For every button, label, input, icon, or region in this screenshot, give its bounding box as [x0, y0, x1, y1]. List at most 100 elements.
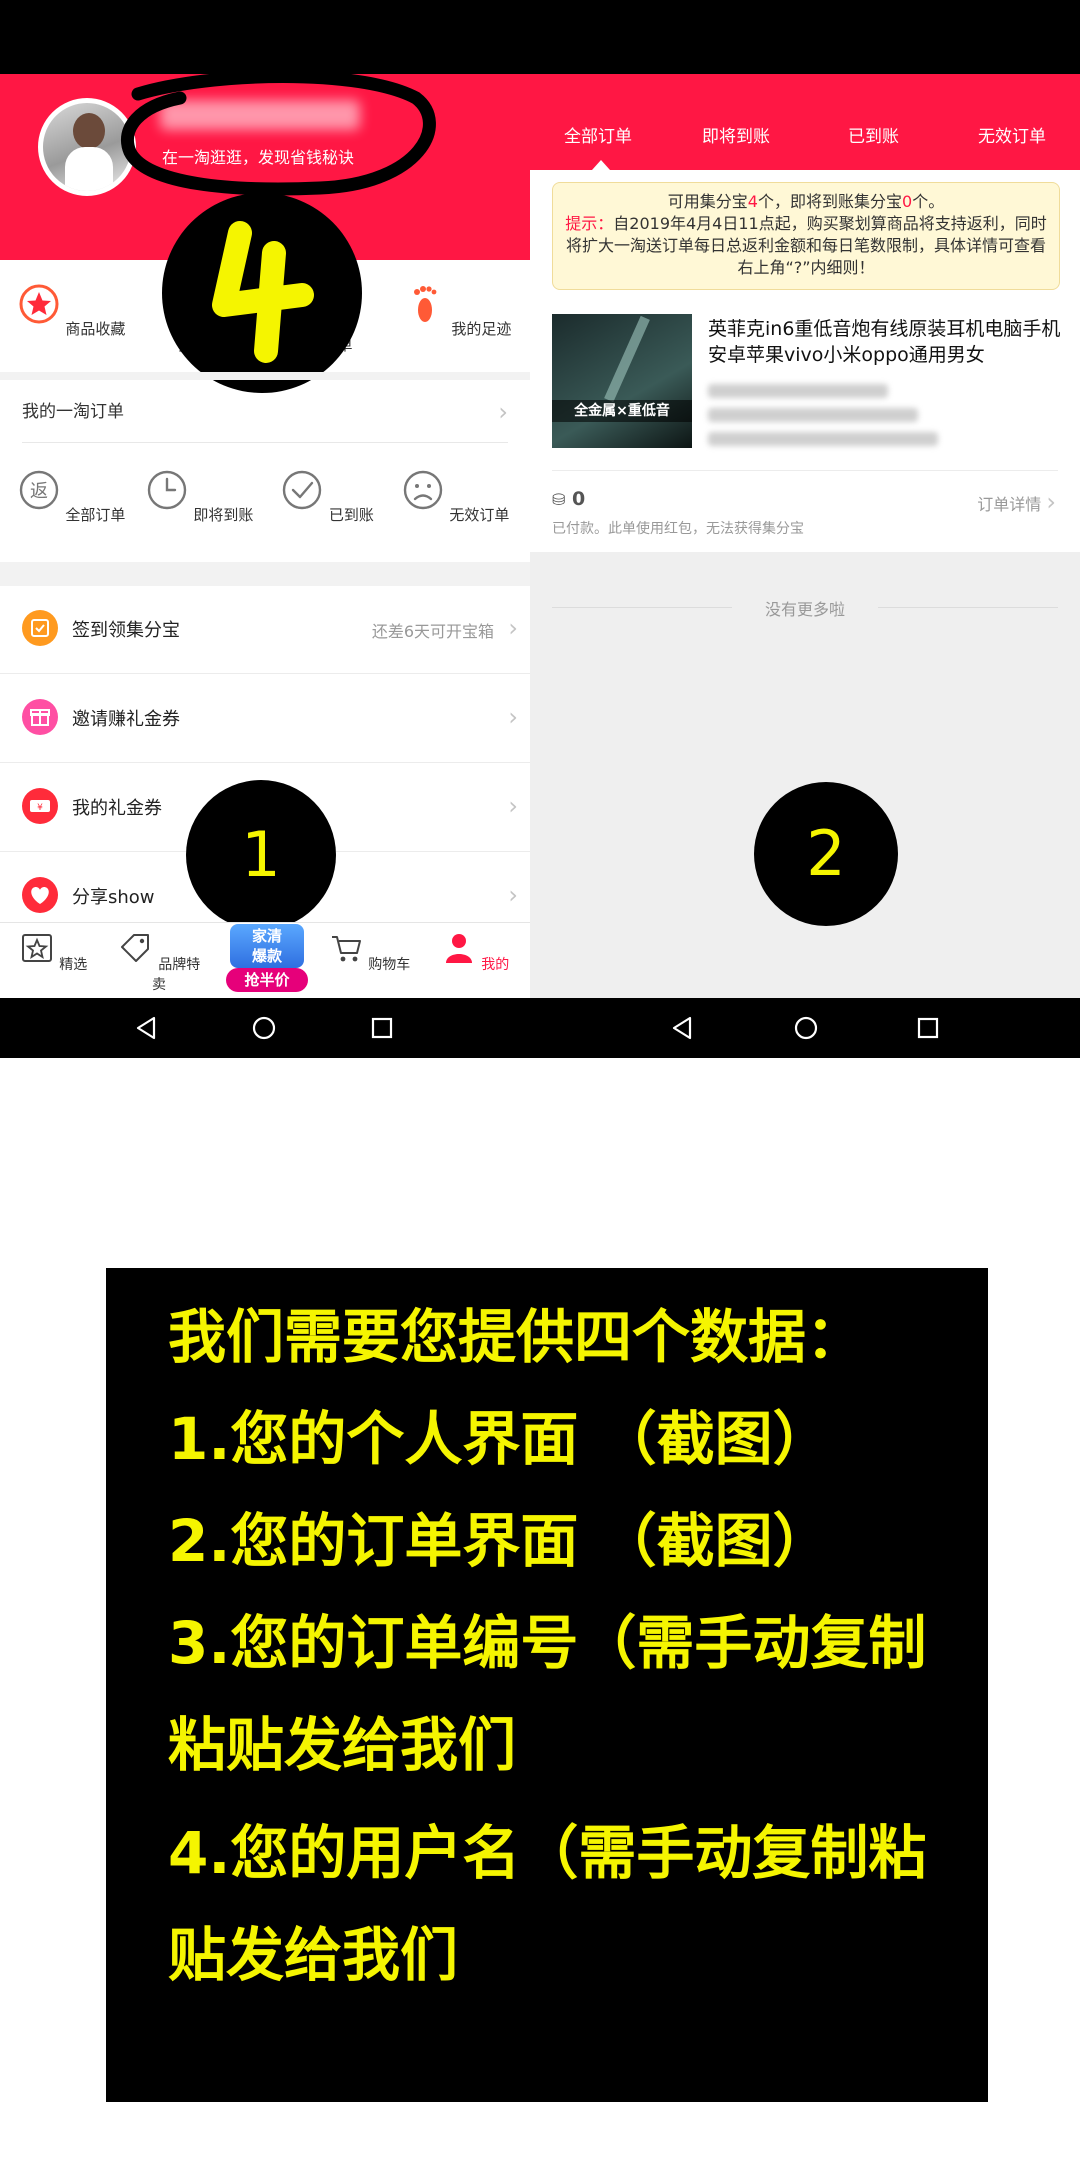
scribble-annotation — [121, 72, 436, 196]
order-status-note: 已付款。此单使用红包，无法获得集分宝 — [552, 521, 804, 537]
featured-icon — [21, 934, 52, 962]
order-status-pending[interactable]: 即将到账 — [144, 468, 254, 525]
instruction-line: 粘贴发给我们 — [168, 1711, 517, 1779]
profile-screen: 在一淘逛逛，发现省钱秘诀 商品收藏 我 单 我的足迹 — [0, 0, 530, 1058]
order-detail-label: 订单详情 — [977, 495, 1042, 514]
order-status-label: 无效订单 — [449, 506, 510, 524]
menu-item-label: 邀请赚礼金券 — [72, 709, 180, 730]
section-separator — [0, 372, 530, 380]
product-image[interactable]: 全金属×重低音 — [552, 314, 692, 448]
menu-item-label: 我的礼金券 — [72, 798, 162, 819]
tab-indicator — [592, 160, 610, 170]
marker-2: 2 — [754, 782, 898, 926]
instructions-title: 我们需要您提供四个数据： — [168, 1303, 865, 1371]
promo-line-3: 抢半价 — [226, 968, 308, 992]
tab-featured[interactable]: 精选 — [8, 931, 98, 974]
tab-cart[interactable]: 购物车 — [324, 931, 414, 974]
promo-badge[interactable]: 家清 爆款 抢半价 — [226, 922, 308, 994]
notice-hint: 提示：自2019年4月4日11点起，购买聚划算商品将支持返利，同时将扩大一淘送订… — [563, 213, 1049, 279]
order-status-invalid[interactable]: 无效订单 — [400, 468, 510, 525]
yitao-orders-row[interactable]: 我的一淘订单 › — [22, 392, 522, 442]
promo-top: 家清 爆款 — [230, 924, 304, 968]
instructions-box: 我们需要您提供四个数据： 1.您的个人界面 （截图） 2.您的订单界面 （截图）… — [106, 1268, 988, 2102]
star-badge-icon — [19, 284, 59, 324]
instruction-line: 4.您的用户名（需手动复制粘 — [168, 1819, 927, 1887]
sad-face-icon — [403, 470, 442, 510]
chevron-right-icon: › — [508, 614, 518, 642]
chevron-right-icon: › — [508, 792, 518, 820]
order-status-label: 即将到账 — [193, 506, 254, 524]
status-bar — [0, 0, 530, 74]
order-card[interactable]: 全金属×重低音 英菲克in6重低音炮有线原装耳机电脑手机安卓苹果vivo小米op… — [530, 300, 1080, 552]
available-coins: 4 — [747, 192, 758, 211]
tab-all-orders[interactable]: 全部订单 — [564, 122, 632, 147]
instruction-line: 3.您的订单编号（需手动复制 — [168, 1609, 927, 1677]
yitao-orders-label: 我的一淘订单 — [22, 402, 124, 422]
tab-label: 品牌特卖 — [152, 957, 201, 993]
order-status-received[interactable]: 已到账 — [272, 468, 382, 525]
quick-link-label: 我的足迹 — [451, 320, 512, 338]
notice-text: 可用集分宝 — [667, 192, 748, 211]
tab-brand-sale[interactable]: 品牌特卖 — [114, 931, 204, 994]
marker-4-glyph — [212, 221, 314, 363]
home-icon[interactable] — [790, 1012, 822, 1044]
instruction-line: 2.您的订单界面 （截图） — [168, 1507, 831, 1575]
product-title[interactable]: 英菲克in6重低音炮有线原装耳机电脑手机安卓苹果vivo小米oppo通用男女 — [708, 316, 1066, 368]
back-icon[interactable] — [130, 1012, 162, 1044]
order-detail-link[interactable]: 订单详情 › — [977, 488, 1056, 516]
gift-icon — [22, 699, 58, 735]
notice-hint-label: 提示： — [565, 214, 614, 233]
heart-icon — [22, 877, 58, 913]
divider — [878, 607, 1058, 608]
order-status-row: 返 全部订单 即将到账 已到账 无效订单 — [0, 460, 530, 560]
recents-icon[interactable] — [912, 1012, 944, 1044]
footprint-icon — [413, 286, 436, 322]
order-status-label: 已到账 — [328, 506, 374, 524]
order-status-all[interactable]: 返 全部订单 — [16, 468, 126, 525]
rebate-icon: 返 — [19, 470, 58, 510]
menu-item-label: 分享show — [72, 887, 155, 908]
tab-received[interactable]: 已到账 — [848, 122, 899, 147]
tab-mine[interactable]: 我的 — [430, 931, 520, 974]
chevron-right-icon: › — [498, 398, 508, 426]
menu-item-hint: 还差6天可开宝箱 — [371, 622, 494, 641]
tab-label: 精选 — [59, 957, 88, 973]
notice-text: 个，即将到账集分宝 — [757, 192, 902, 211]
menu-item-invite[interactable]: 邀请赚礼金券 › — [0, 675, 530, 763]
instruction-line: 1.您的个人界面 （截图） — [168, 1405, 831, 1473]
chevron-right-icon: › — [508, 703, 518, 731]
back-icon[interactable] — [666, 1012, 698, 1044]
orders-tab-header: 全部订单 即将到账 已到账 无效订单 — [530, 74, 1080, 170]
checkin-icon — [22, 610, 58, 646]
pending-coins: 0 — [902, 192, 913, 211]
chevron-right-icon: › — [508, 881, 518, 909]
blurred-order-number — [708, 432, 938, 446]
chevron-right-icon: › — [1046, 488, 1056, 516]
menu-item-checkin[interactable]: 签到领集分宝 还差6天可开宝箱 › — [0, 586, 530, 674]
svg-text:返: 返 — [30, 481, 48, 502]
promo-line-1: 家清 — [251, 927, 282, 945]
coin-count: ⛁ 0 — [552, 488, 585, 510]
marker-4 — [162, 193, 362, 393]
coupon-icon: ¥ — [22, 788, 58, 824]
home-icon[interactable] — [248, 1012, 280, 1044]
order-status-label: 全部订单 — [65, 506, 126, 524]
coins-icon: ⛁ — [552, 490, 566, 509]
tab-pending[interactable]: 即将到账 — [702, 122, 770, 147]
cart-icon — [331, 936, 361, 962]
tab-invalid[interactable]: 无效订单 — [978, 122, 1046, 147]
orders-screen: 全部订单 即将到账 已到账 无效订单 可用集分宝4个，即将到账集分宝0个。 提示… — [530, 0, 1080, 998]
notice-text: 个。 — [912, 192, 945, 211]
recents-icon[interactable] — [366, 1012, 398, 1044]
quick-link-footprint[interactable]: 我的足迹 — [402, 282, 512, 339]
person-icon — [445, 934, 472, 963]
blurred-price — [708, 384, 888, 398]
quick-link-favorites[interactable]: 商品收藏 — [16, 282, 126, 339]
coin-value: 0 — [572, 488, 586, 510]
marker-1: 1 — [186, 780, 336, 930]
clock-icon — [147, 470, 186, 510]
status-bar — [530, 0, 1080, 74]
notice-area: 可用集分宝4个，即将到账集分宝0个。 提示：自2019年4月4日11点起，购买聚… — [530, 170, 1080, 300]
menu-item-label: 签到领集分宝 — [72, 620, 180, 641]
tab-label: 我的 — [481, 957, 510, 973]
